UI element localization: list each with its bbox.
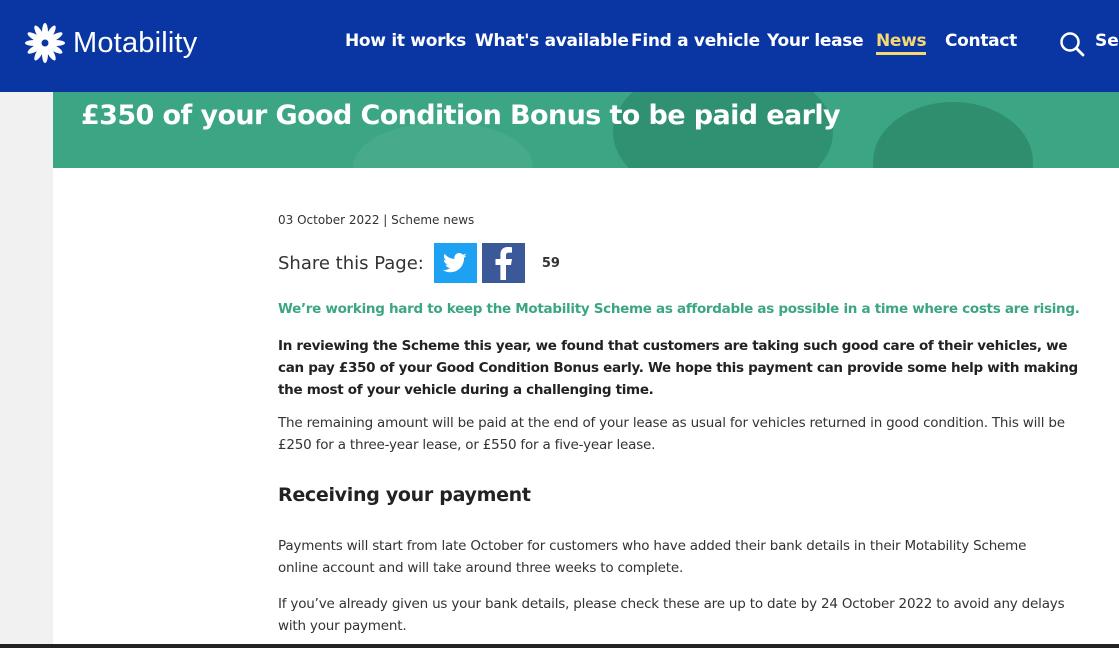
article-paragraph: Payments will start from late October fo… (278, 538, 1027, 576)
share-label: Share this Page: (278, 252, 424, 274)
search-icon (1060, 32, 1085, 57)
search-button[interactable] (1059, 31, 1085, 57)
window-bottom-edge (0, 644, 1119, 648)
share-count: 59 (541, 255, 560, 271)
article-intro-bold: In reviewing the Scheme this year, we fo… (278, 338, 1078, 398)
nav-contact[interactable]: Contact (945, 31, 1017, 51)
twitter-icon (443, 253, 467, 273)
article-paragraph: The remaining amount will be paid at the… (278, 415, 1065, 453)
share-bar: Share this Page: 59 (278, 243, 560, 283)
main-nav: How it works What's available Find a veh… (0, 0, 1119, 92)
page-title: £350 of your Good Condition Bonus to be … (81, 100, 841, 131)
facebook-share-button[interactable] (481, 243, 525, 283)
article-paragraph: If you’ve already given us your bank det… (278, 596, 1065, 634)
search-label[interactable]: Sea (1095, 31, 1119, 51)
nav-find-a-vehicle[interactable]: Find a vehicle (631, 31, 760, 51)
nav-whats-available[interactable]: What's available (475, 31, 629, 51)
site-header: Motability How it works What's available… (0, 0, 1119, 92)
nav-your-lease[interactable]: Your lease (767, 31, 864, 51)
hero-banner: £350 of your Good Condition Bonus to be … (53, 92, 1119, 168)
twitter-share-button[interactable] (433, 243, 477, 283)
nav-news[interactable]: News (876, 31, 927, 55)
hero-background-shape (873, 102, 1033, 168)
article-lead: We’re working hard to keep the Motabilit… (278, 301, 1080, 317)
article-container: 03 October 2022 | Scheme news Share this… (53, 168, 1119, 644)
section-heading: Receiving your payment (278, 484, 531, 506)
article-meta: 03 October 2022 | Scheme news (278, 213, 475, 227)
nav-how-it-works[interactable]: How it works (345, 31, 466, 51)
facebook-icon (495, 247, 513, 280)
